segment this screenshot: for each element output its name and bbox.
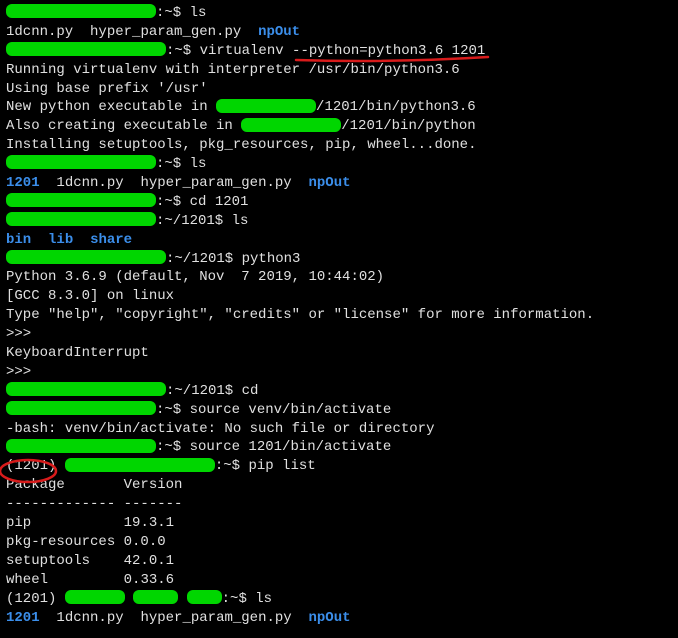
- command-text: ls: [190, 156, 207, 172]
- error-text: -bash: venv/bin/activate: No such file o…: [6, 420, 672, 439]
- output-text: [GCC 8.3.0] on linux: [6, 287, 672, 306]
- directory: bin: [6, 232, 31, 248]
- table-row: setuptools 42.0.1: [6, 552, 672, 571]
- prompt-line: :~$ ls: [6, 155, 672, 174]
- ls-output: 1201 1dcnn.py hyper_param_gen.py npOut: [6, 174, 672, 193]
- ls-output: 1dcnn.py hyper_param_gen.py npOut: [6, 23, 672, 42]
- prompt-line: :~$ virtualenv --python=python3.6 1201: [6, 42, 672, 61]
- prompt-line: (1201) :~$ ls: [6, 590, 672, 609]
- prompt-line: :~$ ls: [6, 4, 672, 23]
- output-text: Installing setuptools, pkg_resources, pi…: [6, 136, 672, 155]
- prompt-line: :~/1201$ cd: [6, 382, 672, 401]
- directory: npOut: [309, 610, 351, 626]
- output-text: KeyboardInterrupt: [6, 344, 672, 363]
- command-text: ls: [255, 591, 272, 607]
- redacted-userhost: [6, 250, 166, 264]
- output-text: Python 3.6.9 (default, Nov 7 2019, 10:44…: [6, 268, 672, 287]
- python-prompt: >>>: [6, 325, 672, 344]
- redacted-userhost: [6, 193, 156, 207]
- ls-output: 1201 1dcnn.py hyper_param_gen.py npOut: [6, 609, 672, 628]
- output-text: New python executable in /1201/bin/pytho…: [6, 98, 672, 117]
- terminal[interactable]: :~$ ls 1dcnn.py hyper_param_gen.py npOut…: [6, 4, 672, 627]
- prompt-line: :~$ cd 1201: [6, 193, 672, 212]
- redacted-userhost: [6, 4, 156, 18]
- command-text: ls: [190, 5, 207, 21]
- prompt-line: :~$ source venv/bin/activate: [6, 401, 672, 420]
- redacted-userhost: [6, 382, 166, 396]
- redacted-userhost: [65, 590, 125, 604]
- table-header: Package Version: [6, 476, 672, 495]
- command-text: ls: [232, 213, 249, 229]
- redacted-userhost: [6, 212, 156, 226]
- prompt-line: (1201) :~$ pip list: [6, 457, 672, 476]
- table-divider: ------------- -------: [6, 495, 672, 514]
- redacted-userhost: [6, 439, 156, 453]
- table-row: pkg-resources 0.0.0: [6, 533, 672, 552]
- redacted-userhost: [6, 401, 156, 415]
- command-text: source 1201/bin/activate: [190, 439, 392, 455]
- directory: npOut: [258, 24, 300, 40]
- command-text: pip list: [248, 458, 315, 474]
- table-row: wheel 0.33.6: [6, 571, 672, 590]
- output-text: Type "help", "copyright", "credits" or "…: [6, 306, 672, 325]
- output-text: Using base prefix '/usr': [6, 80, 672, 99]
- command-text: cd 1201: [190, 194, 249, 210]
- directory: lib: [48, 232, 73, 248]
- directory: share: [90, 232, 132, 248]
- table-row: pip 19.3.1: [6, 514, 672, 533]
- redacted-userhost: [65, 458, 215, 472]
- directory: npOut: [309, 175, 351, 191]
- redacted-path: [241, 118, 341, 132]
- directory: 1201: [6, 175, 40, 191]
- output-text: Running virtualenv with interpreter /usr…: [6, 61, 672, 80]
- redacted-path: [216, 99, 316, 113]
- output-text: Also creating executable in /1201/bin/py…: [6, 117, 672, 136]
- command-text: cd: [242, 383, 259, 399]
- prompt-line: :~/1201$ python3: [6, 250, 672, 269]
- command-text: python3: [242, 251, 301, 267]
- python-prompt: >>>: [6, 363, 672, 382]
- command-text: virtualenv --python=python3.6 1201: [200, 43, 486, 59]
- prompt-line: :~$ source 1201/bin/activate: [6, 438, 672, 457]
- redacted-userhost: [187, 590, 222, 604]
- command-text: source venv/bin/activate: [190, 402, 392, 418]
- redacted-userhost: [133, 590, 178, 604]
- ls-output: bin lib share: [6, 231, 672, 250]
- prompt-line: :~/1201$ ls: [6, 212, 672, 231]
- redacted-userhost: [6, 42, 166, 56]
- directory: 1201: [6, 610, 40, 626]
- redacted-userhost: [6, 155, 156, 169]
